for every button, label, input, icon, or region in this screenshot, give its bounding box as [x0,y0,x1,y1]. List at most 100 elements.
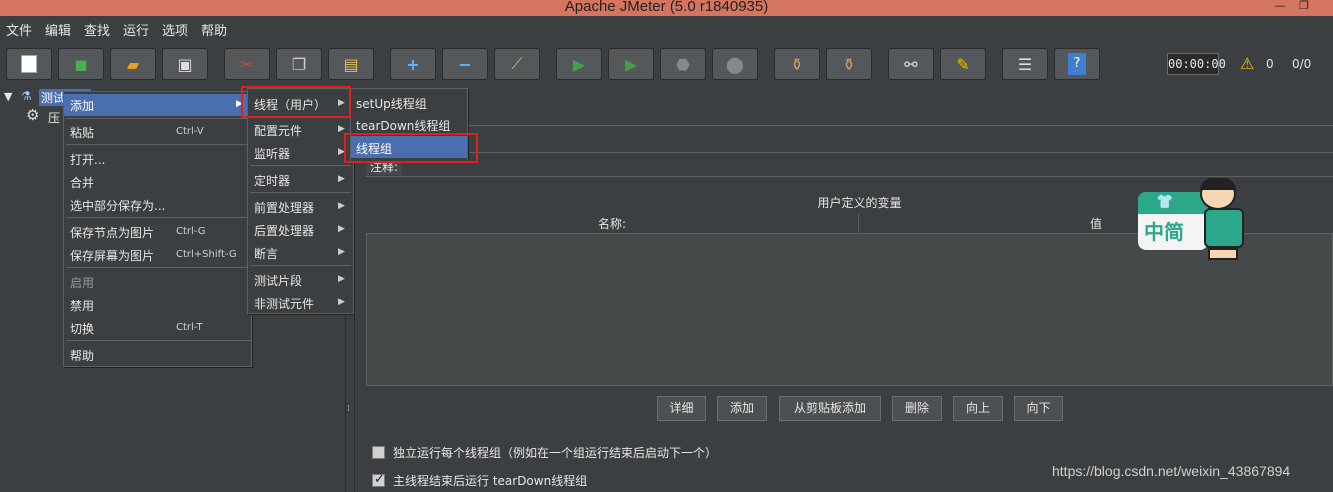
detail-button[interactable]: 详细 [657,396,706,421]
window-title: Apache JMeter (5.0 r1840935) [564,0,769,15]
mascot-body [1204,208,1244,248]
reset-search-icon[interactable]: ✎ [940,48,986,80]
submenu-item-label: setUp线程组 [356,97,427,111]
copy-icon[interactable]: ❐ [276,48,322,80]
submenu-arrow-icon: ▶ [338,297,345,307]
save-icon[interactable]: ▣ [162,48,208,80]
collapse-icon[interactable]: − [442,48,488,80]
menu-item-shortcut: Ctrl-V [176,126,204,137]
menu-item-toggle[interactable]: 切换 Ctrl-T [64,316,251,338]
menu-item-label: 启用 [70,276,95,290]
column-header-name[interactable]: 名称: [366,214,859,234]
divider [366,176,1333,177]
separator [250,265,351,266]
menu-item-disable[interactable]: 禁用 [64,293,251,315]
start-icon[interactable]: ▶ [556,48,602,80]
shirt-icon: 👕 [1156,194,1174,210]
flask-icon: ⚗ [21,89,32,103]
submenu-arrow-icon: ▶ [338,224,345,234]
submenu-arrow-icon: ▶ [338,274,345,284]
submenu-item-label: 前置处理器 [254,201,315,215]
mascot-hair [1200,178,1236,190]
serialize-threadgroups-label: 独立运行每个线程组（例如在一个组运行结束后启动下一个） [393,446,718,460]
up-button[interactable]: 向上 [953,396,1003,421]
menu-search[interactable]: 查找 [84,20,110,39]
teardown-on-shutdown-label: 主线程结束后运行 tearDown线程组 [393,474,588,488]
add-submenu: 线程（用户） ▶ 配置元件 ▶ 监听器 ▶ 定时器 ▶ 前置处理器 ▶ 后置处理… [247,88,354,314]
submenu-arrow-icon: ▶ [338,247,345,257]
menu-item-label: 保存节点为图片 [70,226,155,240]
down-button[interactable]: 向下 [1014,396,1063,421]
delete-button[interactable]: 删除 [892,396,942,421]
watermark: https://blog.csdn.net/weixin_43867894 [1052,463,1291,479]
menu-item-open[interactable]: 打开... [64,147,251,169]
separator [66,217,251,218]
warning-icon[interactable]: ⚠ [1240,54,1254,73]
column-header-value[interactable]: 值 [859,214,1333,234]
toggle-icon[interactable]: ⟋ [494,48,540,80]
add-button[interactable]: 添加 [717,396,767,421]
menu-item-label: 帮助 [70,349,95,363]
menu-item-paste[interactable]: 粘贴 Ctrl-V [64,120,251,142]
menu-item-label: 切换 [70,322,95,336]
teardown-on-shutdown-checkbox[interactable] [372,472,385,487]
menu-item-label: 粘贴 [70,126,95,140]
menu-item-label: 合并 [70,176,95,190]
new-icon[interactable] [6,48,52,80]
highlight-thread-group [344,133,478,163]
tree-node-thread-group[interactable]: 压 [48,109,60,126]
clear-all-icon[interactable]: ⚱ [826,48,872,80]
minimize-icon[interactable]: — [1268,0,1292,14]
submenu-item-label: 测试片段 [254,274,303,288]
title-bar: Apache JMeter (5.0 r1840935) — ❐ [0,0,1333,16]
add-from-clipboard-button[interactable]: 从剪贴板添加 [779,396,881,421]
menu-options[interactable]: 选项 [162,20,188,39]
menu-file[interactable]: 文件 [6,20,32,39]
expand-icon[interactable]: + [390,48,436,80]
mascot-text: 中简 [1144,220,1184,244]
templates-icon[interactable]: ◼ [58,48,104,80]
elapsed-timer: 00:00:00 [1167,53,1226,75]
paste-icon[interactable]: ▤ [328,48,374,80]
submenu-item-label: tearDown线程组 [356,119,451,133]
menu-item-merge[interactable]: 合并 [64,170,251,192]
submenu-arrow-icon: ▶ [338,174,345,184]
open-icon[interactable]: ▰ [110,48,156,80]
help-icon[interactable]: ? [1054,48,1100,80]
cut-icon[interactable]: ✂ [224,48,270,80]
menu-item-save-selection[interactable]: 选中部分保存为... [64,193,251,215]
divider [356,125,1333,126]
tree-expand-icon[interactable]: ▼ [4,90,12,103]
warning-count: 0 [1266,57,1274,71]
splitter-grip[interactable]: ⁞ [347,404,350,414]
submenu-arrow-icon: ▶ [338,201,345,211]
menu-edit[interactable]: 编辑 [45,20,71,39]
menu-item-shortcut: Ctrl-T [176,322,203,333]
divider [356,152,1333,153]
shutdown-icon[interactable]: ⬤ [712,48,758,80]
submenu-item-label: 监听器 [254,147,291,161]
maximize-icon[interactable]: ❐ [1292,0,1316,14]
separator [250,192,351,193]
stop-icon[interactable]: ⬣ [660,48,706,80]
mascot-legs [1208,248,1238,260]
menu-item-add[interactable]: 添加 [64,94,251,116]
submenu-item-teardown-thread-group[interactable]: tearDown线程组 [351,113,467,135]
serialize-threadgroups-checkbox[interactable] [372,446,385,459]
menu-item-enable[interactable]: 启用 [64,270,251,292]
submenu-item-setup-thread-group[interactable]: setUp线程组 [351,91,467,113]
function-helper-icon[interactable]: ☰ [1002,48,1048,80]
menu-help[interactable]: 帮助 [201,20,227,39]
context-menu: 添加 ▶ 粘贴 Ctrl-V 打开... 合并 选中部分保存为... 保存节点为… [63,91,252,367]
start-no-pause-icon[interactable]: ▶ [608,48,654,80]
menu-item-label: 选中部分保存为... [70,199,166,213]
submenu-item-label: 定时器 [254,174,291,188]
search-icon[interactable]: ⚯ [888,48,934,80]
menu-item-label: 添加 [70,99,95,113]
menu-item-help[interactable]: 帮助 [64,343,251,365]
clear-icon[interactable]: ⚱ [774,48,820,80]
menu-run[interactable]: 运行 [123,20,149,39]
highlight-threads-users [241,86,351,118]
menu-item-save-screen-image[interactable]: 保存屏幕为图片 Ctrl+Shift-G [64,243,251,265]
menu-item-save-node-image[interactable]: 保存节点为图片 Ctrl-G [64,220,251,242]
